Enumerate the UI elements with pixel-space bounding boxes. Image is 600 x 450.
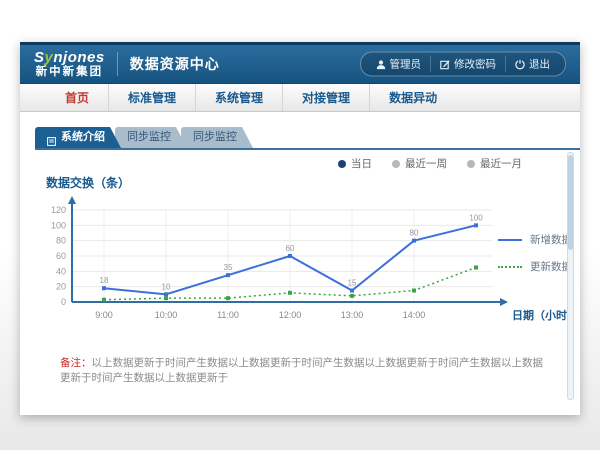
svg-text:80: 80 [410, 229, 419, 238]
legend-new-data[interactable]: 新增数据 [498, 232, 572, 247]
nav-item-system-mgmt-label: 系统管理 [215, 89, 263, 106]
user-menu-admin-label: 管理员 [390, 57, 422, 72]
radio-icon [467, 160, 475, 168]
radio-icon [338, 160, 346, 168]
svg-text:15: 15 [348, 279, 357, 288]
user-menu-logout-label: 退出 [529, 57, 550, 72]
chart-legend: 新增数据 更新数据 [498, 232, 572, 274]
filter-today[interactable]: 当日 [338, 156, 372, 171]
filter-last-month[interactable]: 最近一月 [467, 156, 522, 171]
nav-item-data-change-label: 数据异动 [389, 89, 437, 106]
note-text: 以上数据更新于时间产生数据以上数据更新于时间产生数据以上数据更新于时间产生数据以… [60, 357, 543, 384]
legend-new-data-label: 新增数据 [530, 232, 572, 247]
svg-text:35: 35 [224, 263, 233, 272]
svg-text:0: 0 [61, 297, 66, 307]
svg-text:9:00: 9:00 [95, 310, 113, 320]
tab-system-intro[interactable]: 系统介绍 [35, 127, 121, 148]
svg-text:100: 100 [469, 213, 483, 222]
user-menu: 管理员 修改密码 退出 [360, 52, 567, 77]
app-window: Synjones 新中新集团 数据资源中心 管理员 修改密码 [20, 42, 580, 415]
tab-sync-monitor-1[interactable]: 同步监控 [115, 127, 187, 148]
tab-bar: 系统介绍 同步监控 同步监控 [35, 127, 580, 150]
content-area: 系统介绍 同步监控 同步监控 当日 最近一周 最近一月 数据交换（条） 0 20 4… [20, 112, 580, 415]
filter-last-week-label: 最近一周 [405, 156, 447, 171]
user-menu-change-password-label: 修改密码 [454, 57, 496, 72]
svg-text:100: 100 [51, 220, 66, 230]
nav-item-home[interactable]: 首页 [46, 84, 108, 111]
tab-sync-monitor-2-label: 同步监控 [193, 127, 237, 148]
app-header: Synjones 新中新集团 数据资源中心 管理员 修改密码 [20, 42, 580, 84]
nav-item-interface-mgmt-label: 对接管理 [302, 89, 350, 106]
svg-text:60: 60 [286, 244, 295, 253]
svg-text:13:00: 13:00 [341, 310, 364, 320]
svg-text:10: 10 [162, 282, 171, 291]
filter-last-week[interactable]: 最近一周 [392, 156, 447, 171]
svg-text:60: 60 [56, 251, 66, 261]
legend-line-solid-icon [498, 239, 522, 241]
company-logo: Synjones 新中新集团 [34, 50, 105, 78]
legend-line-dotted-icon [498, 266, 522, 268]
user-menu-logout[interactable]: 退出 [505, 56, 559, 73]
svg-text:10:00: 10:00 [155, 310, 178, 320]
footer-note: 备注：以上数据更新于时间产生数据以上数据更新于时间产生数据以上数据更新于时间产生… [60, 356, 550, 385]
scrollbar[interactable] [567, 152, 574, 400]
chart-y-axis-title: 数据交换（条） [46, 174, 130, 191]
user-menu-admin[interactable]: 管理员 [367, 56, 431, 73]
nav-item-standard-mgmt-label: 标准管理 [128, 89, 176, 106]
logo-subtitle: 新中新集团 [34, 66, 105, 78]
filter-last-month-label: 最近一月 [480, 156, 522, 171]
svg-text:20: 20 [56, 282, 66, 292]
nav-item-standard-mgmt[interactable]: 标准管理 [108, 84, 195, 111]
time-range-filter: 当日 最近一周 最近一月 [338, 156, 522, 171]
nav-item-data-change[interactable]: 数据异动 [369, 84, 456, 111]
power-icon [515, 59, 525, 69]
filter-today-label: 当日 [351, 156, 372, 171]
page-title: 数据资源中心 [130, 54, 220, 74]
svg-text:120: 120 [51, 205, 66, 215]
scrollbar-thumb[interactable] [568, 155, 573, 250]
legend-updated-data-label: 更新数据 [530, 259, 572, 274]
nav-item-home-label: 首页 [65, 89, 89, 106]
logo-text: Synjones [34, 50, 105, 66]
svg-text:11:00: 11:00 [217, 310, 239, 320]
document-icon [47, 133, 56, 142]
user-icon [376, 59, 386, 69]
legend-updated-data[interactable]: 更新数据 [498, 259, 572, 274]
main-nav: 首页 标准管理 系统管理 对接管理 数据异动 [20, 84, 580, 112]
tab-sync-monitor-1-label: 同步监控 [127, 127, 171, 148]
svg-text:18: 18 [100, 276, 109, 285]
tab-system-intro-label: 系统介绍 [61, 127, 105, 148]
tab-sync-monitor-2[interactable]: 同步监控 [181, 127, 253, 148]
svg-text:80: 80 [56, 236, 66, 246]
note-label: 备注： [60, 357, 92, 369]
nav-item-interface-mgmt[interactable]: 对接管理 [282, 84, 369, 111]
logo-pre: S [34, 49, 45, 66]
user-menu-change-password[interactable]: 修改密码 [430, 56, 505, 73]
radio-icon [392, 160, 400, 168]
edit-icon [440, 59, 450, 69]
svg-text:40: 40 [56, 266, 66, 276]
header-divider [117, 52, 118, 76]
logo-post: njones [53, 49, 104, 66]
nav-item-system-mgmt[interactable]: 系统管理 [195, 84, 282, 111]
svg-text:12:00: 12:00 [279, 310, 302, 320]
svg-text:14:00: 14:00 [403, 310, 426, 320]
